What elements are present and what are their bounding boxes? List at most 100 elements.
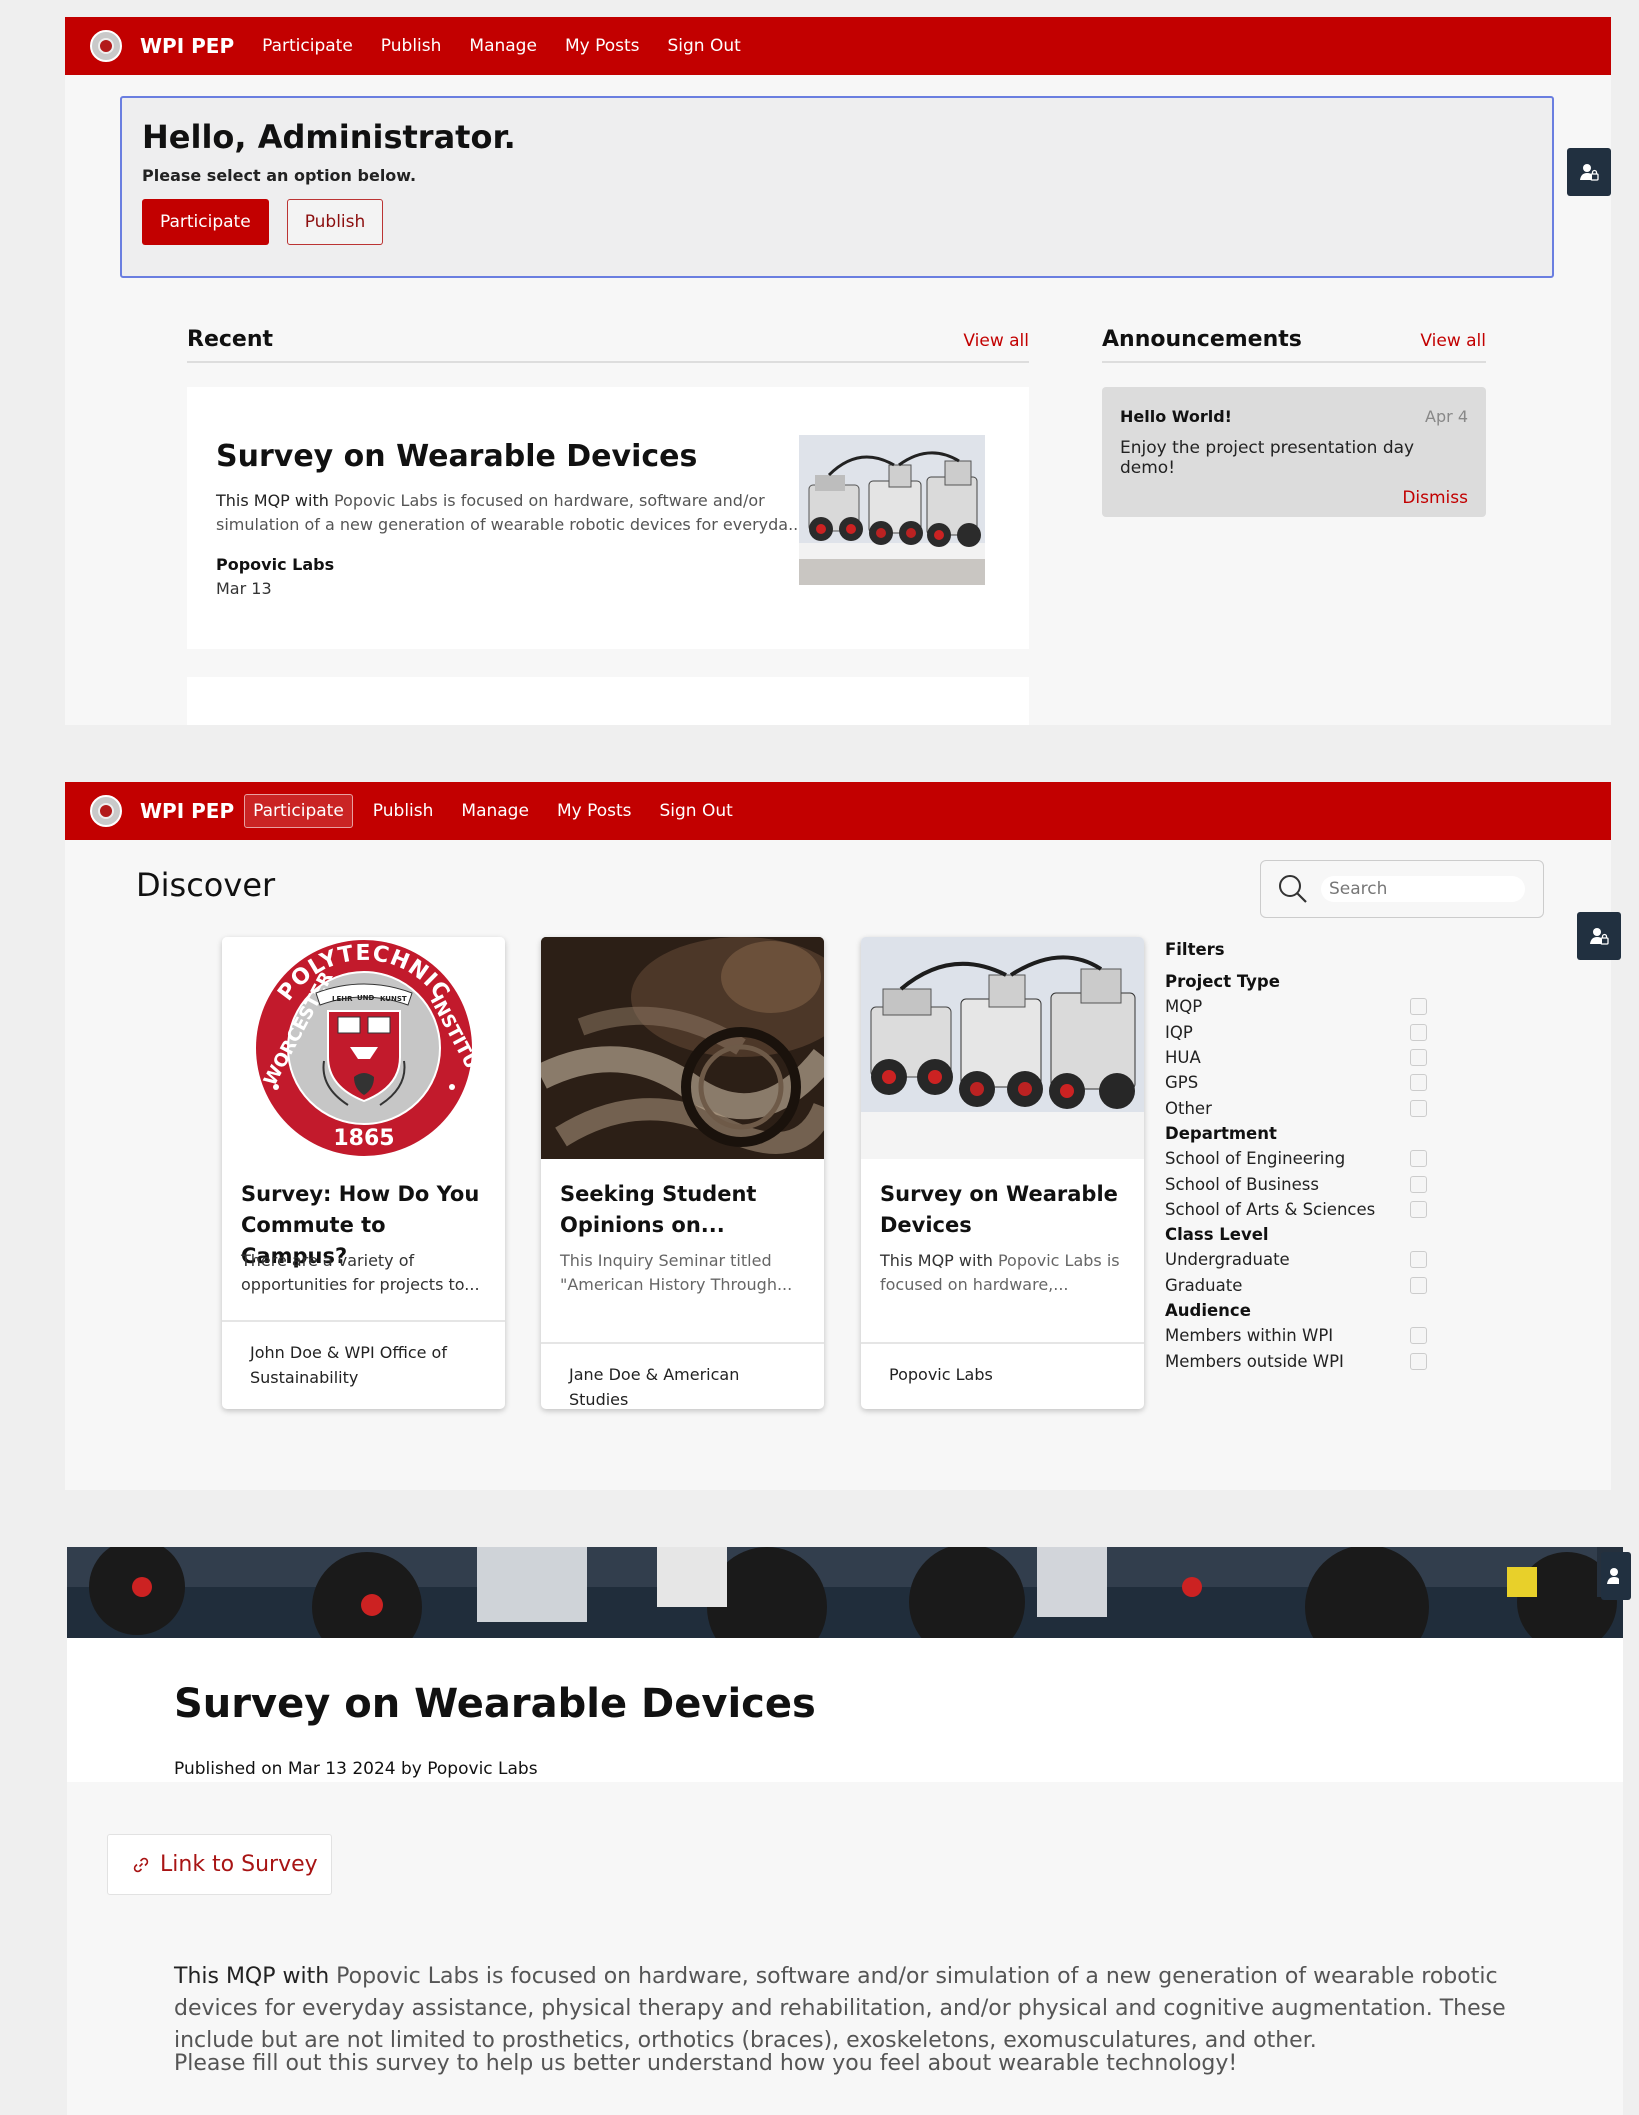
nav-participate[interactable]: Participate [244,794,353,828]
brand[interactable]: WPI PEP [140,799,234,823]
card-description: There are a variety of opportunities for… [241,1251,480,1294]
post-title: Survey on Wearable Devices [174,1681,816,1727]
user-lock-icon[interactable] [1601,1552,1631,1600]
search-input[interactable] [1321,876,1525,902]
filter-option[interactable]: Members outside WPI [1165,1348,1435,1373]
announcements-header: Announcements View all [1102,327,1486,363]
navbar: WPI PEP Participate Publish Manage My Po… [65,782,1611,840]
checkbox-icon[interactable] [1410,1023,1427,1041]
publish-button[interactable]: Publish [286,199,384,245]
filter-group-project-type: Project Type [1165,972,1280,991]
filters-title: Filters [1165,940,1225,959]
card-title: Survey on Wearable Devices [880,1182,1118,1237]
user-lock-icon[interactable] [1577,912,1621,960]
discover-screen: WPI PEP Participate Publish Manage My Po… [65,782,1611,1490]
seal-banner-mid: UND [357,994,375,1002]
welcome-box: Hello, Administrator. Please select an o… [120,96,1554,278]
user-lock-icon[interactable] [1567,148,1611,196]
nav-publish[interactable]: Publish [365,795,442,827]
post-title: Survey on Wearable Devices [216,439,698,474]
project-card[interactable]: Seeking Student Opinions on... This Inqu… [541,937,824,1409]
recent-title: Recent [187,327,274,352]
filter-option[interactable]: MQP [1165,994,1435,1019]
checkbox-icon[interactable] [1410,1251,1427,1269]
filter-option[interactable]: School of Business [1165,1171,1435,1196]
post-author: Popovic Labs [216,555,335,574]
filter-option[interactable]: HUA [1165,1045,1435,1070]
announcement-body: Enjoy the project presentation day demo! [1120,438,1415,478]
brand[interactable]: WPI PEP [140,34,234,58]
filter-group-audience: Audience [1165,1300,1251,1320]
card-description: This MQP with Popovic Labs is focused on… [880,1251,1120,1294]
project-card[interactable]: POLYTECHNIC WORCESTER INSTITUTE 1865 LEH… [222,937,505,1409]
post-thumbnail [799,435,985,585]
nav-sign-out[interactable]: Sign Out [652,795,741,827]
card-description: This Inquiry Seminar titled "American Hi… [560,1251,793,1294]
checkbox-icon[interactable] [1410,998,1427,1016]
filter-option[interactable]: Graduate [1165,1273,1435,1298]
filter-option[interactable]: IQP [1165,1020,1435,1045]
checkbox-icon[interactable] [1410,1327,1427,1345]
link-to-survey-label: Link to Survey [160,1852,318,1877]
navbar: WPI PEP Participate Publish Manage My Po… [65,17,1611,75]
card-footer: John Doe & WPI Office of Sustainability [222,1320,505,1408]
announcements-title: Announcements [1102,327,1302,352]
recent-header: Recent View all [187,327,1029,363]
nav-participate[interactable]: Participate [254,30,361,62]
filter-group-department: Department [1165,1123,1277,1143]
seal-banner-left: LEHR [332,995,353,1003]
checkbox-icon[interactable] [1410,1074,1427,1092]
nav-my-posts[interactable]: My Posts [549,795,640,827]
link-to-survey-button[interactable]: Link to Survey [107,1834,332,1895]
filters-panel: Filters Project Type MQP IQP HUA GPS Oth… [1165,938,1435,1374]
seal-logo-icon[interactable] [90,30,122,62]
announcement-card: Hello World! Apr 4 Enjoy the project pre… [1102,387,1486,517]
nav-publish[interactable]: Publish [373,30,450,62]
recent-post-card-2[interactable] [187,677,1029,725]
announcements-view-all-link[interactable]: View all [1420,331,1486,351]
filter-option[interactable]: Members within WPI [1165,1323,1435,1348]
greeting-subtitle: Please select an option below. [142,166,417,185]
checkbox-icon[interactable] [1410,1049,1427,1067]
card-footer: Popovic Labs [861,1342,1144,1405]
filter-option[interactable]: Undergraduate [1165,1247,1435,1272]
post-meta: Published on Mar 13 2024 by Popovic Labs [174,1759,538,1779]
robot-image [861,937,1144,1159]
checkbox-icon[interactable] [1410,1099,1427,1117]
link-icon [133,1857,149,1872]
nav-sign-out[interactable]: Sign Out [660,30,749,62]
filter-group-class-level: Class Level [1165,1224,1269,1244]
post-content: Link to Survey This MQP with Popovic Lab… [67,1782,1623,2115]
search-icon [1279,875,1307,903]
nav-manage[interactable]: Manage [453,795,537,827]
seal-year: 1865 [333,1126,394,1151]
filter-option[interactable]: Other [1165,1095,1435,1120]
nav-manage[interactable]: Manage [461,30,545,62]
search-bar[interactable] [1260,860,1544,918]
checkbox-icon[interactable] [1410,1276,1427,1294]
checkbox-icon[interactable] [1410,1352,1427,1370]
hero-banner-image [67,1547,1623,1638]
recent-post-card[interactable]: Survey on Wearable Devices This MQP with… [187,387,1029,649]
filter-option[interactable]: School of Arts & Sciences [1165,1197,1435,1222]
post-body: This MQP with Popovic Labs is focused on… [174,1964,1506,2053]
project-card[interactable]: Survey on Wearable Devices This MQP with… [861,937,1144,1409]
filter-option[interactable]: GPS [1165,1070,1435,1095]
seal-logo-icon[interactable] [90,795,122,827]
card-footer: Jane Doe & American Studies [541,1342,824,1409]
home-screen: WPI PEP Participate Publish Manage My Po… [65,17,1611,725]
film-reel-image [541,937,824,1159]
recent-view-all-link[interactable]: View all [963,331,1029,351]
post-body-cta: Please fill out this survey to help us b… [174,2051,1238,2076]
dismiss-button[interactable]: Dismiss [1402,488,1468,508]
announcement-title: Hello World! [1120,407,1232,426]
announcement-date: Apr 4 [1425,407,1468,426]
checkbox-icon[interactable] [1410,1150,1427,1168]
filter-option[interactable]: School of Engineering [1165,1146,1435,1171]
nav-my-posts[interactable]: My Posts [557,30,648,62]
checkbox-icon[interactable] [1410,1200,1427,1218]
participate-button[interactable]: Participate [142,199,269,245]
post-date: Mar 13 [216,579,272,598]
checkbox-icon[interactable] [1410,1175,1427,1193]
post-description: This MQP with Popovic Labs is focused on… [216,491,804,534]
